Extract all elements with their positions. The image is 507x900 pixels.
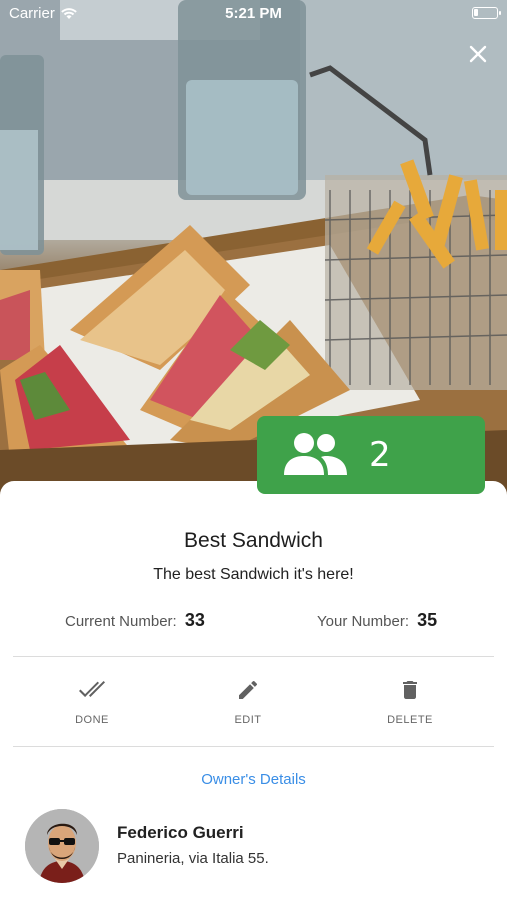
status-bar: Carrier 5:21 PM (0, 0, 507, 28)
trash-icon (403, 681, 417, 699)
current-number-value: 33 (184, 610, 205, 630)
avatar (25, 809, 99, 883)
your-number: Your Number: 35 (317, 610, 437, 631)
people-badge: 2 (257, 416, 485, 494)
owner-details-link[interactable]: Owner's Details (0, 771, 507, 788)
people-icon (284, 433, 347, 475)
done-label: DONE (75, 714, 109, 726)
double-check-icon (79, 681, 105, 697)
divider (13, 656, 494, 657)
your-number-value: 35 (417, 610, 438, 630)
delete-label: DELETE (387, 714, 433, 726)
divider (13, 746, 494, 747)
owner-avatar-illustration (25, 809, 99, 883)
close-icon (469, 45, 487, 63)
close-button[interactable] (466, 42, 490, 66)
owner-name: Federico Guerri (117, 823, 244, 842)
action-bar: DONE EDIT DELETE (0, 676, 507, 732)
people-count: 2 (369, 435, 391, 475)
your-number-label: Your Number: (317, 613, 409, 630)
edit-button[interactable]: EDIT (198, 676, 298, 732)
edit-label: EDIT (234, 714, 262, 726)
numbers-row: Current Number: 33 Your Number: 35 (0, 610, 507, 632)
product-description: The best Sandwich it's here! (153, 566, 354, 583)
pencil-icon (239, 680, 258, 699)
done-button[interactable]: DONE (42, 676, 142, 732)
battery-icon (472, 7, 501, 19)
status-time: 5:21 PM (225, 5, 282, 22)
current-number: Current Number: 33 (65, 610, 205, 631)
product-title: Best Sandwich (184, 529, 323, 552)
owner-address: Panineria, via Italia 55. (117, 850, 269, 867)
delete-button[interactable]: DELETE (360, 676, 460, 732)
current-number-label: Current Number: (65, 613, 177, 630)
